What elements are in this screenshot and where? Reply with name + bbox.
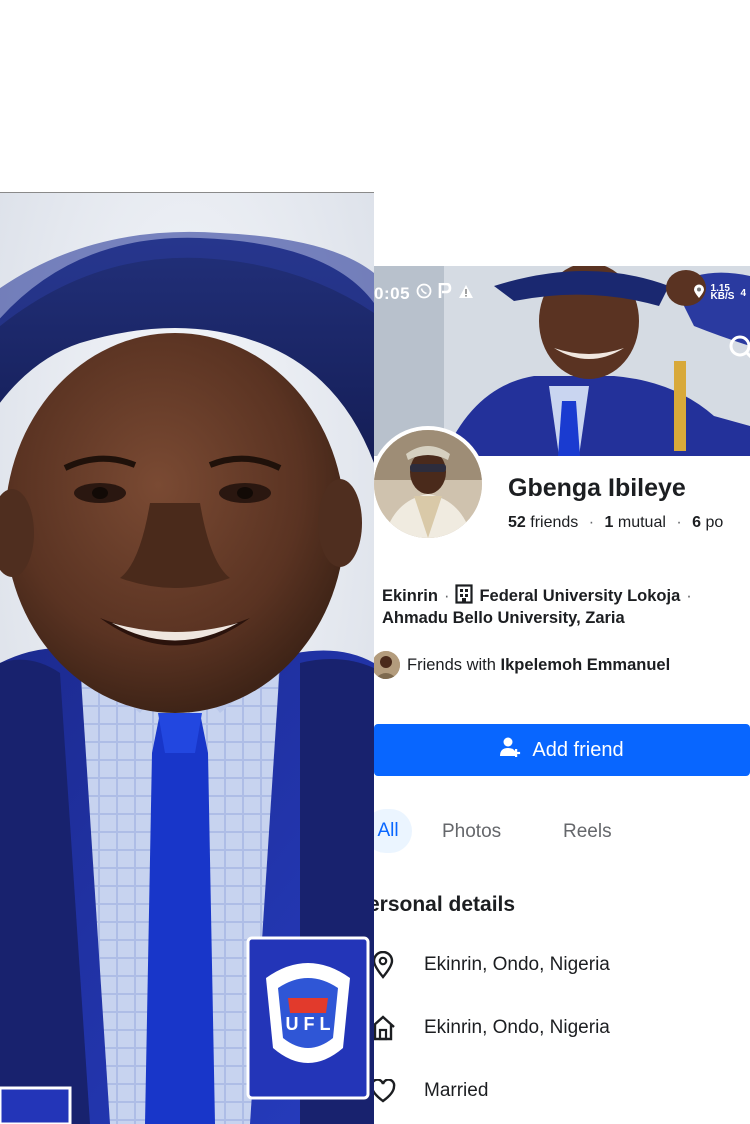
home-icon: [374, 1013, 396, 1043]
detail-relationship: Married: [374, 1073, 488, 1109]
posts-label[interactable]: po: [706, 514, 724, 531]
mutual-count: 1: [604, 514, 614, 531]
posts-count: 6: [692, 514, 702, 531]
building-icon: [455, 584, 474, 609]
intro-line-education: Ahmadu Bello University, Zaria: [382, 609, 625, 628]
portrait-photo: U F L: [0, 193, 374, 1124]
intro-education[interactable]: Ahmadu Bello University, Zaria: [382, 609, 625, 627]
tab-reels[interactable]: Reels: [563, 821, 612, 843]
whatsapp-icon: [416, 283, 432, 304]
friends-count: 52: [508, 514, 526, 531]
avatar: [374, 430, 482, 538]
friends-label[interactable]: friends: [530, 514, 578, 531]
profile-stats: 52 friends · 1 mutual · 6 po: [508, 514, 724, 531]
search-button[interactable]: [726, 332, 750, 362]
parking-icon: [438, 282, 452, 304]
intro-workplace[interactable]: Federal University Lokoja: [479, 587, 680, 605]
tab-all[interactable]: All: [374, 809, 412, 853]
add-friend-button[interactable]: Add friend: [374, 724, 750, 776]
status-bar: 0:05 1.15 KB/S 4: [374, 282, 750, 306]
heart-icon: [374, 1076, 396, 1106]
detail-hometown-text: Ekinrin, Ondo, Nigeria: [424, 1017, 610, 1038]
location-status-icon: [693, 284, 705, 302]
profile-tabs: All Photos Reels: [374, 806, 750, 856]
tab-photos[interactable]: Photos: [442, 821, 501, 843]
warning-icon: [458, 284, 474, 304]
search-icon: [729, 335, 750, 359]
detail-current-city-text: Ekinrin, Ondo, Nigeria: [424, 954, 610, 975]
network-speed-unit: KB/S: [710, 291, 735, 302]
location-pin-icon: [374, 950, 396, 980]
detail-hometown: Ekinrin, Ondo, Nigeria: [374, 1010, 610, 1046]
detail-relationship-text: Married: [424, 1080, 489, 1101]
mutual-friend-name[interactable]: Ikpelemoh Emmanuel: [501, 656, 671, 675]
detail-current-city: Ekinrin, Ondo, Nigeria: [374, 947, 610, 983]
status-time: 0:05: [374, 284, 411, 303]
mutual-friend-avatar: [374, 651, 400, 679]
add-person-icon: [500, 736, 522, 764]
facebook-profile-screenshot: 0:05 1.15 KB/S 4 Gbenga Ibileye 52 frien…: [374, 266, 750, 1124]
profile-name: Gbenga Ibileye: [508, 474, 686, 502]
intro-location: Ekinrin: [382, 587, 438, 605]
profile-picture-frame[interactable]: [374, 426, 486, 542]
mutual-friends-row[interactable]: Friends with Ikpelemoh Emmanuel: [374, 649, 670, 681]
intro-line-location-work: Ekinrin · Federal University Lokoja ·: [382, 584, 698, 609]
battery-level: 4: [740, 287, 746, 299]
mutual-friend-prefix: Friends with: [407, 655, 496, 674]
add-friend-label: Add friend: [532, 738, 624, 761]
svg-text:U F L: U F L: [286, 1014, 331, 1034]
mutual-label[interactable]: mutual: [618, 514, 666, 531]
personal-details-heading: ersonal details: [374, 893, 516, 916]
